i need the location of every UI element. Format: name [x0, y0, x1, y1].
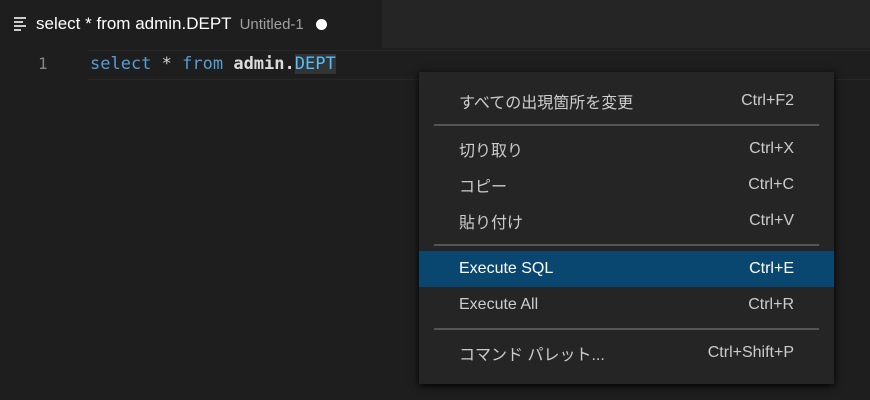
token-admin: admin. — [223, 54, 295, 74]
menu-shortcut: Ctrl+F2 — [741, 92, 794, 109]
menu-label: 貼り付け — [459, 215, 524, 232]
menu-separator — [434, 244, 819, 246]
menu-label: すべての出現箇所を変更 — [459, 95, 634, 112]
menu-item-change-all[interactable]: すべての出現箇所を変更 Ctrl+F2 — [419, 83, 834, 119]
code-line[interactable]: select * from admin.DEPT — [90, 54, 336, 74]
tab-description: Untitled-1 — [239, 15, 304, 33]
menu-label: Execute SQL — [459, 260, 554, 277]
menu-separator — [434, 124, 819, 126]
lines-icon — [14, 17, 26, 31]
menu-separator — [434, 328, 819, 330]
token-star: * — [151, 54, 183, 74]
unsaved-dot-icon[interactable] — [315, 18, 327, 30]
menu-shortcut: Ctrl+R — [748, 296, 794, 313]
token-from: from — [182, 54, 224, 74]
token-table: DEPT — [294, 54, 336, 74]
menu-item-command-palette[interactable]: コマンド パレット... Ctrl+Shift+P — [419, 335, 834, 371]
menu-label: 切り取り — [459, 143, 524, 160]
line-number: 1 — [38, 54, 48, 73]
menu-item-execute-all[interactable]: Execute All Ctrl+R — [419, 287, 834, 323]
menu-shortcut: Ctrl+Shift+P — [707, 344, 794, 361]
menu-item-paste[interactable]: 貼り付け Ctrl+V — [419, 203, 834, 239]
menu-item-cut[interactable]: 切り取り Ctrl+X — [419, 131, 834, 167]
editor-tab[interactable]: select * from admin.DEPT Untitled-1 — [0, 0, 382, 48]
token-select: select — [90, 54, 152, 74]
menu-shortcut: Ctrl+E — [749, 260, 794, 277]
menu-label: Execute All — [459, 296, 539, 313]
menu-label: コピー — [459, 179, 508, 196]
menu-shortcut: Ctrl+V — [749, 212, 794, 229]
menu-shortcut: Ctrl+X — [749, 140, 794, 157]
menu-label: コマンド パレット... — [459, 347, 605, 364]
menu-shortcut: Ctrl+C — [748, 176, 794, 193]
tab-bar: select * from admin.DEPT Untitled-1 — [0, 0, 870, 48]
context-menu: すべての出現箇所を変更 Ctrl+F2 切り取り Ctrl+X コピー Ctrl+C … — [419, 72, 834, 384]
menu-item-copy[interactable]: コピー Ctrl+C — [419, 167, 834, 203]
tab-title: select * from admin.DEPT — [36, 14, 232, 33]
menu-item-execute-sql[interactable]: Execute SQL Ctrl+E — [419, 251, 834, 287]
